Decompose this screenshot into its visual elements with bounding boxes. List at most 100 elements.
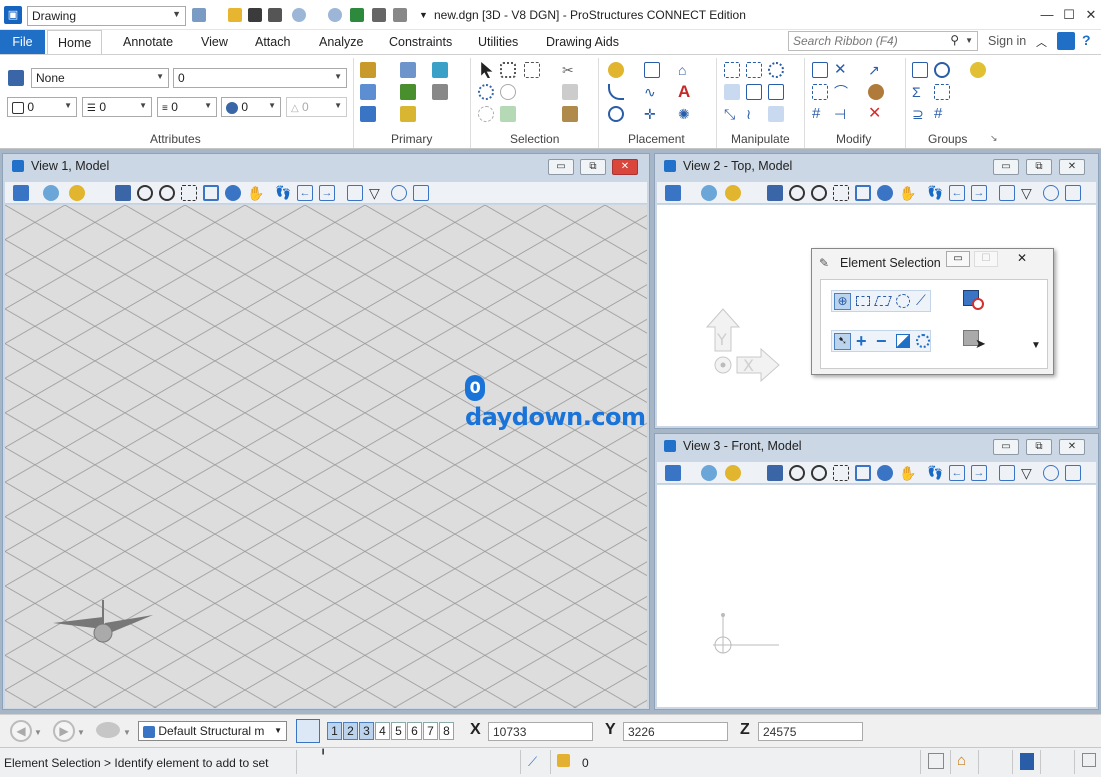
element-template-icon[interactable] (96, 722, 120, 738)
references-icon[interactable] (432, 62, 448, 78)
properties-icon[interactable] (393, 8, 407, 22)
mirror-icon[interactable] (768, 84, 784, 100)
view-window-3[interactable]: View 3 - Front, Model ▭ ⧉ ✕ ✋ 👣 ← → ▽ (654, 433, 1099, 710)
update-view-icon[interactable] (115, 185, 131, 201)
chevron-down-icon[interactable]: ▼ (123, 728, 131, 737)
fit-view-icon[interactable] (855, 185, 871, 201)
view-close-button[interactable]: ✕ (1059, 439, 1085, 455)
help-icon[interactable]: ? (1082, 32, 1098, 50)
rectangle-select-icon[interactable] (524, 62, 540, 78)
change-attributes-icon[interactable] (868, 84, 884, 100)
individual-select-icon[interactable]: ⊕ (834, 293, 851, 310)
search-ribbon-input[interactable]: Search Ribbon (F4) ⚲ ▼ (788, 31, 978, 51)
view-3-canvas[interactable] (657, 485, 1096, 707)
tab-file[interactable]: File (0, 30, 45, 54)
invert-selection-icon[interactable] (896, 334, 910, 348)
view-previous-icon[interactable]: ← (297, 185, 313, 201)
tab-analyze[interactable]: Analyze (309, 30, 373, 54)
view-display-style-icon[interactable] (701, 465, 717, 481)
place-shape-icon[interactable]: ⌂ (678, 62, 694, 78)
view-toggle-7[interactable]: 7 (423, 722, 438, 740)
lock-icon[interactable] (557, 754, 570, 767)
move-to-icon[interactable] (768, 106, 784, 122)
view-display-style-icon[interactable] (701, 185, 717, 201)
user-icon[interactable] (192, 8, 206, 22)
zoom-out-icon[interactable] (811, 185, 827, 201)
view-groups-button[interactable] (296, 719, 320, 743)
linestyle-dropdown[interactable]: ☰ 0 ▼ (82, 97, 152, 117)
clip-volume-icon[interactable]: ▽ (1021, 185, 1037, 201)
message-center-icon[interactable] (1082, 753, 1096, 767)
dialog-maximize-button[interactable]: ☐ (974, 251, 998, 267)
window-area-icon[interactable] (833, 465, 849, 481)
tab-view[interactable]: View (191, 30, 238, 54)
class-dropdown[interactable]: 0 ▼ (221, 97, 281, 117)
save-settings-icon[interactable] (268, 8, 282, 22)
window-area-icon[interactable] (181, 185, 197, 201)
place-block-icon[interactable] (644, 62, 660, 78)
chevron-down-icon[interactable]: ▼ (34, 728, 42, 737)
view-1-canvas[interactable]: 0daydown.com (5, 205, 647, 708)
fence-icon[interactable] (478, 106, 494, 122)
z-coordinate-field[interactable]: 24575 (758, 722, 863, 741)
text-style-dropdown[interactable]: 0 ▼ (173, 68, 347, 88)
clear-selection-icon[interactable] (916, 334, 930, 348)
view-toggle-1[interactable]: 1 (327, 722, 342, 740)
view-restore-button[interactable]: ⧉ (1026, 159, 1052, 175)
rotate-view-icon[interactable] (877, 465, 893, 481)
view-attributes-icon[interactable] (13, 185, 29, 201)
workspace-dropdown[interactable]: Drawing ▼ (27, 6, 186, 26)
place-linestring-icon[interactable]: ∿ (644, 84, 660, 100)
place-smartline-icon[interactable] (608, 62, 624, 78)
view-toggle-6[interactable]: 6 (407, 722, 422, 740)
zoom-in-icon[interactable] (789, 465, 805, 481)
tab-utilities[interactable]: Utilities (468, 30, 528, 54)
pan-view-icon[interactable]: ✋ (899, 465, 916, 481)
file-status-icon[interactable] (1020, 753, 1034, 770)
x-coordinate-field[interactable]: 10733 (488, 722, 593, 741)
close-button[interactable]: ✕ (1080, 6, 1101, 24)
scale-icon[interactable] (724, 84, 740, 100)
color-dropdown[interactable]: 0 ▼ (7, 97, 77, 117)
rotate-view-icon[interactable] (225, 185, 241, 201)
select-all-icon[interactable] (500, 62, 516, 78)
named-group-icon[interactable] (934, 62, 950, 78)
layers-icon[interactable] (400, 106, 416, 122)
zoom-out-icon[interactable] (159, 185, 175, 201)
view-minimize-button[interactable]: ▭ (548, 159, 574, 175)
level-dropdown[interactable]: None ▼ (31, 68, 169, 88)
rotate-icon[interactable] (746, 84, 762, 100)
pan-view-icon[interactable]: ✋ (247, 185, 264, 201)
back-button[interactable]: ◀ (10, 720, 32, 742)
quick-access-dropdown-icon[interactable]: ▼ (419, 10, 428, 20)
lighting-icon[interactable] (725, 185, 741, 201)
pin-icon[interactable] (350, 8, 364, 22)
design-file-icon[interactable] (928, 753, 944, 769)
redo-icon[interactable] (328, 8, 342, 22)
home-icon[interactable]: ⌂ (957, 752, 966, 769)
new-selection-icon[interactable]: ➷ (834, 333, 851, 350)
paste-icon[interactable] (562, 106, 578, 122)
circle-select-icon[interactable] (896, 294, 910, 308)
element-selection-icon[interactable] (478, 84, 494, 100)
pan-view-icon[interactable]: ✋ (899, 185, 916, 201)
rotate-view-icon[interactable] (877, 185, 893, 201)
shape-select-icon[interactable] (874, 296, 892, 306)
view-rotation-icon[interactable] (1043, 185, 1059, 201)
sign-in-link[interactable]: Sign in (988, 34, 1026, 48)
view-minimize-button[interactable]: ▭ (993, 159, 1019, 175)
view-toggle-8[interactable]: 8 (439, 722, 454, 740)
deselect-all-icon[interactable] (963, 290, 985, 312)
zoom-in-icon[interactable] (789, 185, 805, 201)
modify-element-icon[interactable] (812, 62, 828, 78)
walk-icon[interactable]: 👣 (275, 185, 291, 201)
lightbulb-icon[interactable] (970, 62, 986, 78)
minimize-button[interactable]: — (1036, 6, 1058, 24)
view-close-button[interactable]: ✕ (612, 159, 638, 175)
update-view-icon[interactable] (767, 465, 783, 481)
dialog-close-button[interactable]: ✕ (1010, 251, 1034, 267)
community-icon[interactable] (1057, 32, 1075, 50)
update-view-icon[interactable] (767, 185, 783, 201)
view-restore-button[interactable]: ⧉ (1026, 439, 1052, 455)
group-holes-icon[interactable] (934, 84, 950, 100)
